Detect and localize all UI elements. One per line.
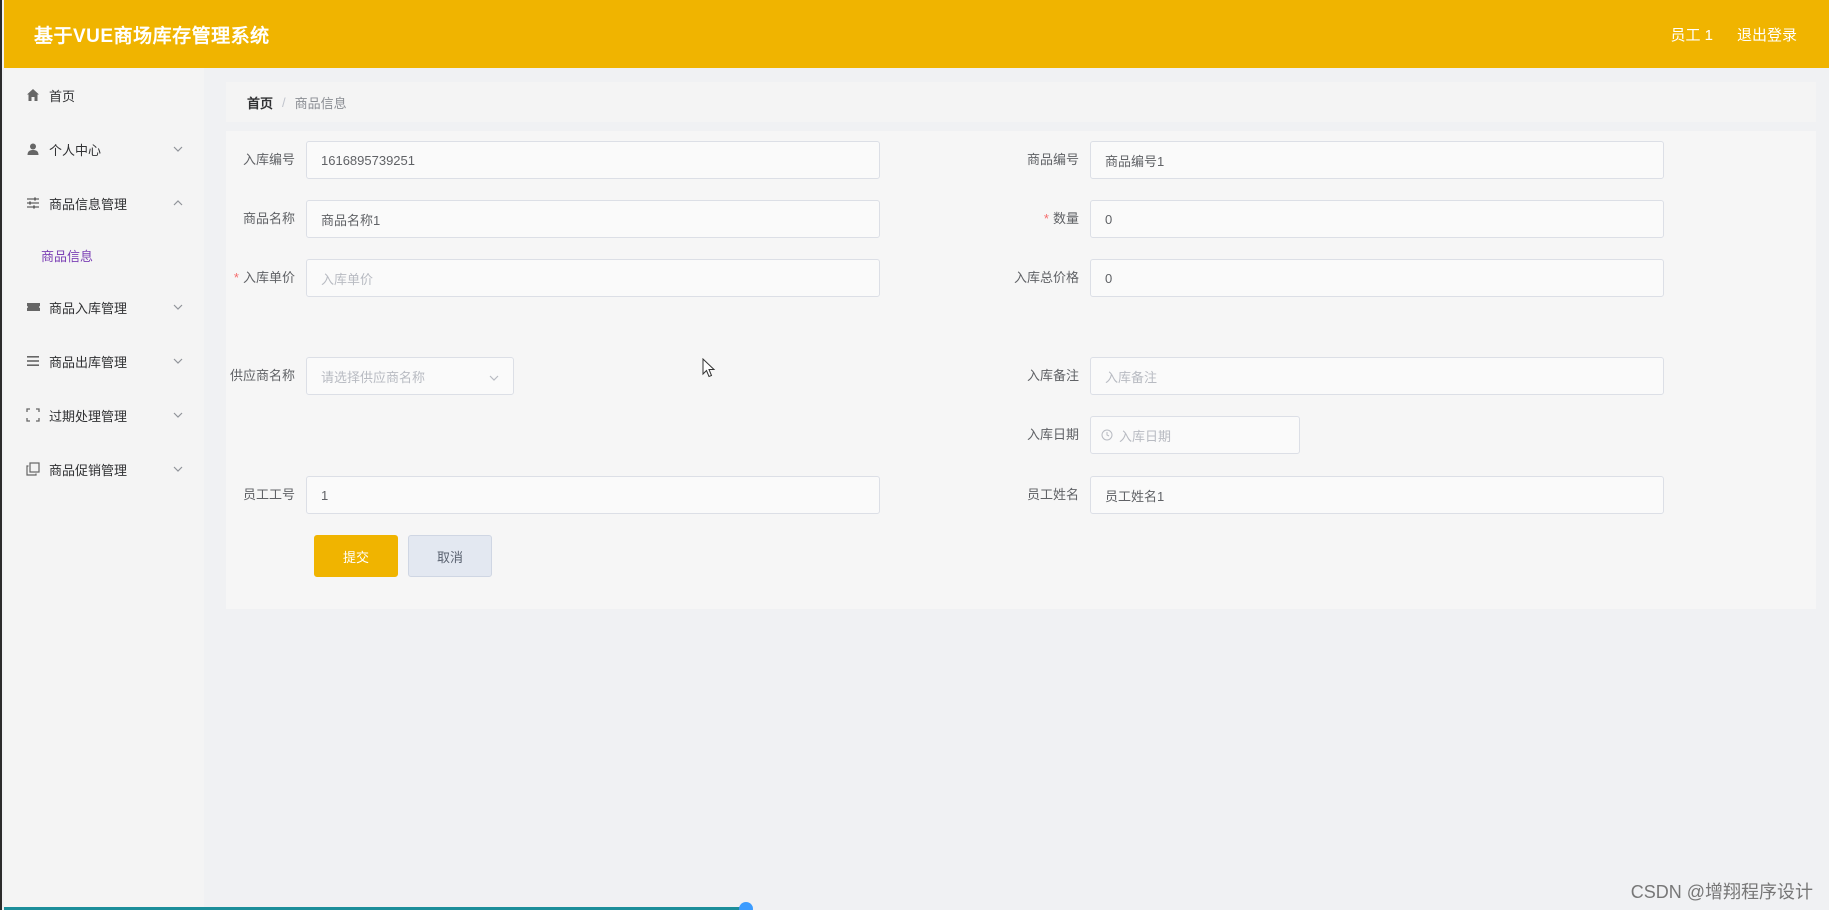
sidebar-item-outbound-mgmt[interactable]: 商品出库管理 xyxy=(4,334,204,388)
fullscreen-icon xyxy=(25,407,41,423)
sidebar-item-home[interactable]: 首页 xyxy=(4,68,204,122)
sidebar: 首页 个人中心 商品信息管理 商品信息 商品入库管理 商品出库管理 过期处理管理… xyxy=(4,68,204,910)
form-item-remark: 入库备注 入库备注 xyxy=(1010,357,1664,395)
chevron-down-icon xyxy=(172,143,184,155)
form-item-staff-no: 员工工号 1 xyxy=(226,476,880,514)
cancel-button[interactable]: 取消 xyxy=(408,535,492,577)
chevron-down-icon xyxy=(172,301,184,313)
watermark: CSDN @增翔程序设计 xyxy=(1630,882,1813,902)
sidebar-item-label: 商品促销管理 xyxy=(49,462,128,478)
form-item-date: 入库日期 入库日期 xyxy=(1010,416,1300,454)
unit-price-input[interactable]: 入库单价 xyxy=(306,259,880,297)
sidebar-item-promotion-mgmt[interactable]: 商品促销管理 xyxy=(4,442,204,496)
form-item-inbound-no: 入库编号 1616895739251 xyxy=(226,141,880,179)
breadcrumb-current: 商品信息 xyxy=(294,95,347,111)
breadcrumb-separator: / xyxy=(282,94,286,110)
sidebar-item-label: 首页 xyxy=(49,88,76,104)
supplier-select[interactable]: 请选择供应商名称 xyxy=(306,357,514,395)
chevron-up-icon xyxy=(172,197,184,209)
date-label: 入库日期 xyxy=(1026,427,1079,442)
sidebar-item-goods-info-mgmt[interactable]: 商品信息管理 xyxy=(4,176,204,230)
sliders-icon xyxy=(25,195,41,211)
sidebar-item-label: 个人中心 xyxy=(49,142,102,158)
user-icon xyxy=(25,141,41,157)
chevron-down-icon xyxy=(172,463,184,475)
app-title: 基于VUE商场库存管理系统 xyxy=(34,25,270,47)
staff-no-label: 员工工号 xyxy=(242,487,295,502)
form-item-goods-name: 商品名称 商品名称1 xyxy=(226,200,880,238)
chevron-down-icon xyxy=(489,369,499,384)
quantity-input[interactable]: 0 xyxy=(1090,200,1664,238)
logout-link[interactable]: 退出登录 xyxy=(1737,24,1797,45)
unit-price-label: * 入库单价 xyxy=(226,259,306,297)
chevron-down-icon xyxy=(172,355,184,367)
total-price-input[interactable]: 0 xyxy=(1090,259,1664,297)
breadcrumb-home[interactable]: 首页 xyxy=(247,93,273,112)
sidebar-item-profile[interactable]: 个人中心 xyxy=(4,122,204,176)
home-icon xyxy=(25,87,41,103)
sidebar-item-inbound-mgmt[interactable]: 商品入库管理 xyxy=(4,280,204,334)
staff-name-input[interactable]: 员工姓名1 xyxy=(1090,476,1664,514)
date-picker[interactable]: 入库日期 xyxy=(1090,416,1300,454)
quantity-label: * 数量 xyxy=(1010,200,1090,238)
required-mark: * xyxy=(1043,211,1049,226)
goods-no-input[interactable]: 商品编号1 xyxy=(1090,141,1664,179)
goods-name-label: 商品名称 xyxy=(242,211,295,226)
form-item-goods-no: 商品编号 商品编号1 xyxy=(1010,141,1664,179)
inbound-form: 入库编号 1616895739251 商品编号 商品编号1 商品名称 商品名称1… xyxy=(226,131,1816,609)
copy-icon xyxy=(25,461,41,477)
supplier-select-placeholder: 请选择供应商名称 xyxy=(321,369,426,385)
main-content: 首页 / 商品信息 入库编号 1616895739251 商品编号 商品编号1 … xyxy=(226,68,1816,609)
sidebar-item-label: 商品出库管理 xyxy=(49,354,128,370)
sidebar-item-label: 商品信息管理 xyxy=(49,196,128,212)
staff-name-label: 员工姓名 xyxy=(1026,487,1079,502)
form-item-total-price: 入库总价格 0 xyxy=(1010,259,1664,297)
current-user-label: 员工 1 xyxy=(1670,26,1713,44)
remark-label: 入库备注 xyxy=(1026,368,1079,383)
list-icon xyxy=(25,353,41,369)
sidebar-item-label: 商品入库管理 xyxy=(49,300,128,316)
video-progress-handle[interactable] xyxy=(739,902,753,910)
chevron-down-icon xyxy=(172,409,184,421)
sidebar-item-expiry-mgmt[interactable]: 过期处理管理 xyxy=(4,388,204,442)
breadcrumb: 首页 / 商品信息 xyxy=(226,82,1816,122)
submit-button[interactable]: 提交 xyxy=(314,535,398,577)
inbound-no-label: 入库编号 xyxy=(242,152,295,167)
app-frame: 基于VUE商场库存管理系统 员工 1 退出登录 首页 个人中心 商品信息管理 商… xyxy=(0,0,1829,910)
clock-icon xyxy=(1101,429,1113,441)
form-item-unit-price: * 入库单价 入库单价 xyxy=(226,259,880,297)
form-item-staff-name: 员工姓名 员工姓名1 xyxy=(1010,476,1664,514)
date-picker-placeholder: 入库日期 xyxy=(1119,428,1172,444)
top-header: 基于VUE商场库存管理系统 员工 1 退出登录 xyxy=(4,0,1829,68)
ticket-icon xyxy=(25,299,41,315)
inbound-no-input[interactable]: 1616895739251 xyxy=(306,141,880,179)
required-mark: * xyxy=(233,270,239,285)
goods-name-input[interactable]: 商品名称1 xyxy=(306,200,880,238)
mouse-cursor-icon xyxy=(702,357,716,383)
remark-input[interactable]: 入库备注 xyxy=(1090,357,1664,395)
form-item-supplier: 供应商名称 请选择供应商名称 xyxy=(226,357,514,395)
form-item-quantity: * 数量 0 xyxy=(1010,200,1664,238)
unit-price-label-text: 入库单价 xyxy=(242,270,295,285)
sidebar-subitem-goods-info[interactable]: 商品信息 xyxy=(4,230,204,280)
sidebar-item-label: 过期处理管理 xyxy=(49,408,128,424)
quantity-label-text: 数量 xyxy=(1052,211,1079,226)
staff-no-input[interactable]: 1 xyxy=(306,476,880,514)
supplier-label: 供应商名称 xyxy=(229,368,295,383)
total-price-label: 入库总价格 xyxy=(1013,270,1079,285)
header-user-area: 员工 1 退出登录 xyxy=(1670,24,1797,45)
goods-no-label: 商品编号 xyxy=(1026,152,1079,167)
